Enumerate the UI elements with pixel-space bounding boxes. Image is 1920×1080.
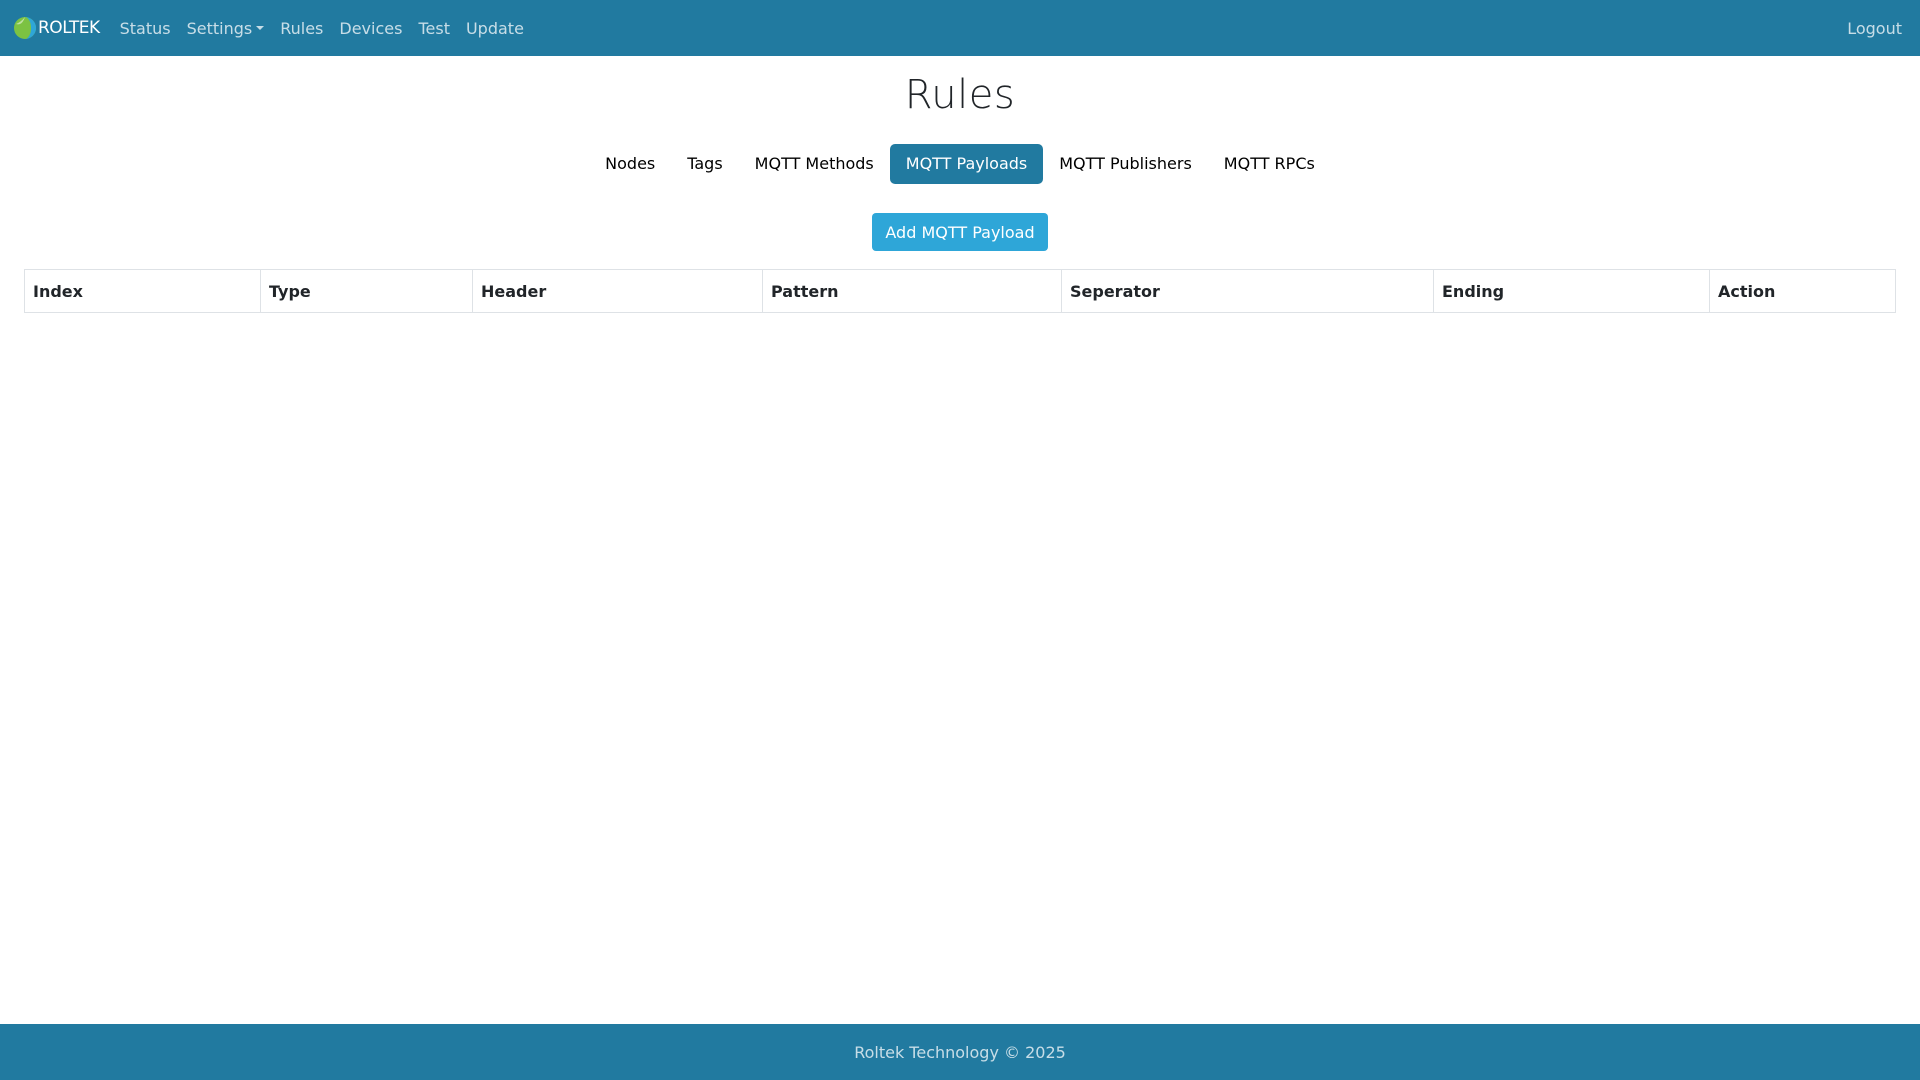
add-mqtt-payload-button[interactable]: Add MQTT Payload — [872, 213, 1048, 251]
nav-link-update[interactable]: Update — [458, 19, 532, 38]
nav-link-devices[interactable]: Devices — [331, 19, 410, 38]
footer: Roltek Technology © 2025 — [0, 1024, 1920, 1080]
nav-link-settings-dropdown[interactable]: Settings — [179, 19, 273, 38]
footer-copyright: Roltek Technology © 2025 — [854, 1042, 1066, 1062]
rules-tabs: Nodes Tags MQTT Methods MQTT Payloads MQ… — [0, 144, 1920, 184]
brand-link[interactable]: ROLTEK — [12, 15, 100, 41]
nav-links: Status Settings Rules Devices Test Updat… — [112, 19, 532, 38]
nav-link-rules[interactable]: Rules — [272, 19, 331, 38]
page-title: Rules — [904, 72, 1016, 118]
logout-link[interactable]: Logout — [1847, 19, 1908, 38]
tab-mqtt-publishers[interactable]: MQTT Publishers — [1043, 144, 1208, 184]
column-header-index: Index — [24, 269, 261, 313]
tab-mqtt-methods[interactable]: MQTT Methods — [739, 144, 890, 184]
tab-mqtt-payloads[interactable]: MQTT Payloads — [889, 144, 1044, 184]
nav-right: Logout — [1847, 19, 1908, 38]
top-navbar: ROLTEK Status Settings Rules Devices Tes… — [0, 0, 1920, 56]
column-header-header: Header — [472, 269, 763, 313]
column-header-action: Action — [1709, 269, 1896, 313]
roltek-logo-icon — [14, 17, 36, 39]
column-header-ending: Ending — [1433, 269, 1710, 313]
nav-link-status[interactable]: Status — [112, 19, 179, 38]
column-header-seperator: Seperator — [1061, 269, 1434, 313]
payloads-table: Index Type Header Pattern Seperator Endi… — [24, 269, 1896, 313]
tab-tags[interactable]: Tags — [671, 144, 738, 184]
tab-nodes[interactable]: Nodes — [589, 144, 671, 184]
tab-mqtt-rpcs[interactable]: MQTT RPCs — [1208, 144, 1331, 184]
add-button-row: Add MQTT Payload — [0, 213, 1920, 251]
column-header-pattern: Pattern — [762, 269, 1062, 313]
caret-down-icon — [256, 26, 265, 30]
nav-link-test[interactable]: Test — [410, 19, 458, 38]
payloads-table-container: Index Type Header Pattern Seperator Endi… — [24, 269, 1896, 313]
table-header-row: Index Type Header Pattern Seperator Endi… — [24, 269, 1896, 313]
nav-link-settings-label: Settings — [186, 18, 253, 38]
brand-name: ROLTEK — [38, 18, 100, 38]
column-header-type: Type — [260, 269, 473, 313]
